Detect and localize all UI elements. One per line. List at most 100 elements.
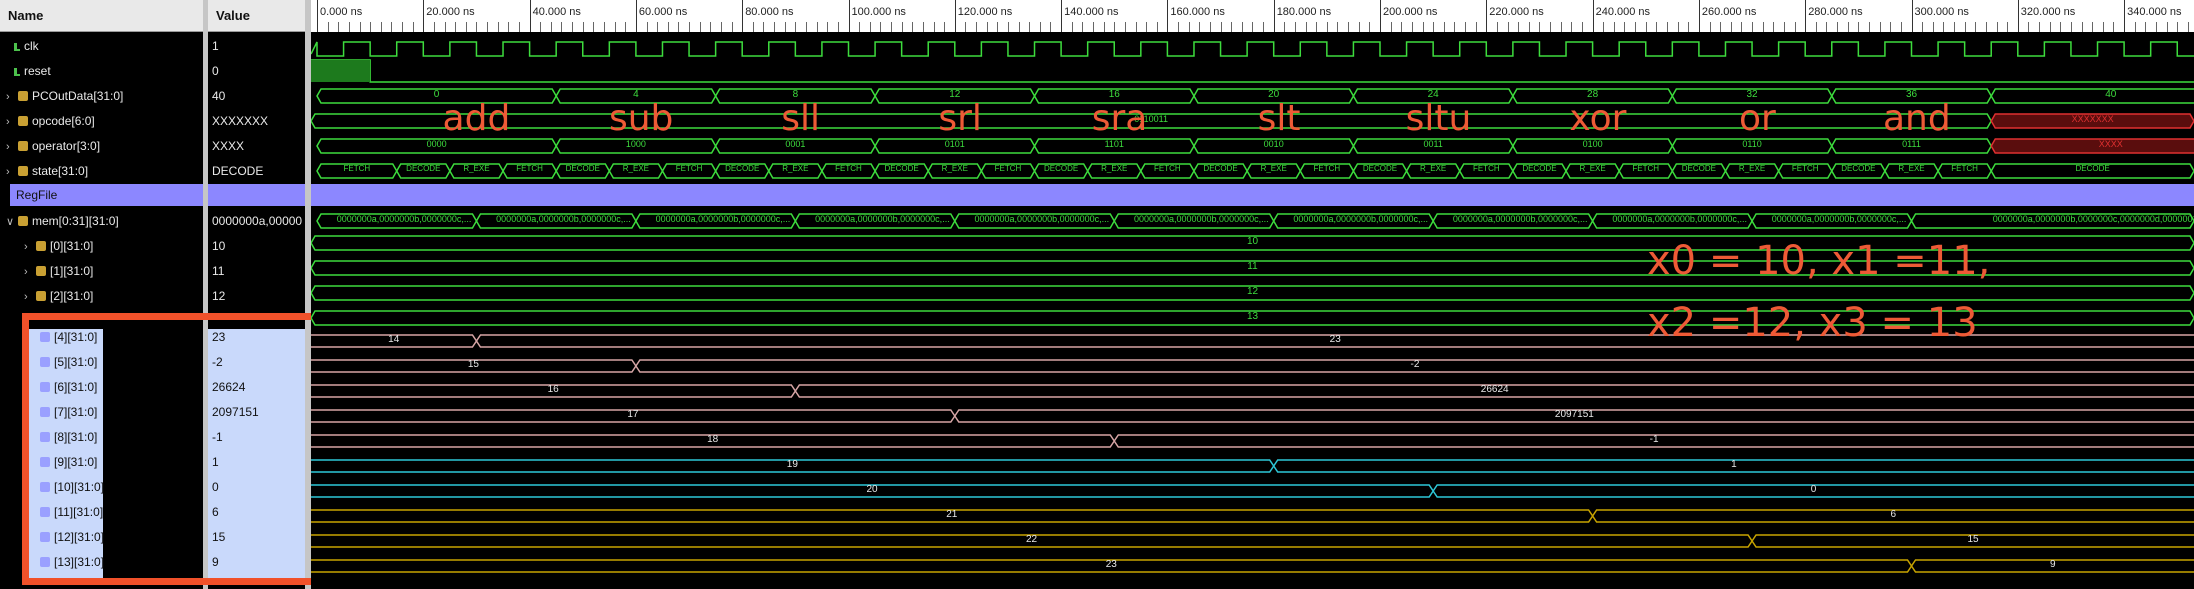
op-annotation-or: or (1738, 98, 1776, 139)
bus-signal-icon (40, 382, 50, 392)
bus-signal-icon (18, 91, 28, 101)
signal-row-mem[interactable]: ∨ mem[0:31][31:0] (6, 209, 119, 233)
signal-row-state[interactable]: › state[31:0] (6, 159, 88, 183)
reg-value-after: 2097151 (1554, 409, 1594, 420)
regfile-group-band (311, 184, 2194, 206)
signal-row-reg6[interactable]: [6][31:0] (40, 375, 97, 399)
signal-row-reg0[interactable]: › [0][31:0] (24, 234, 93, 258)
op-annotation-sll: sll (781, 98, 821, 139)
signal-row-reg9[interactable]: [9][31:0] (40, 450, 97, 474)
operator-bus-value: 0011 (1423, 139, 1443, 149)
signal-row-reset[interactable]: reset (14, 59, 51, 83)
register-note-line1: x0 = 10, x1 =11, (1647, 238, 1991, 284)
reg-value-before: 23 (1105, 559, 1117, 570)
operator-bus-value: 0001 (785, 139, 806, 149)
signal-name: [6][31:0] (54, 380, 98, 394)
signal-name: operator[3:0] (32, 139, 101, 153)
state-bus-value: DECODE (2075, 164, 2110, 173)
signal-name: [13][31:0] (54, 555, 105, 569)
reg-value-before: 17 (627, 409, 639, 420)
bus-signal-icon (40, 507, 50, 517)
op-annotation-sra: sra (1091, 98, 1148, 139)
bus-signal-icon (40, 407, 50, 417)
signal-value-reg11: 6 (212, 505, 219, 519)
operator-bus-value: 0110 (1742, 139, 1762, 149)
name-column-header[interactable]: Name (0, 0, 203, 32)
op-annotation-xor: xor (1569, 98, 1627, 139)
reg-constant-bus-value: 12 (1246, 286, 1259, 297)
signal-row-operator[interactable]: › operator[3:0] (6, 134, 100, 158)
reg-value-before: 16 (547, 384, 559, 395)
signal-name: [2][31:0] (50, 289, 94, 303)
signal-name: clk (24, 39, 39, 53)
signal-row-reg13[interactable]: [13][31:0] (40, 550, 104, 574)
mem-bus-value: 0000000a,0000000b,0000000c,... (1133, 214, 1269, 224)
signal-value-reg13: 9 (212, 555, 219, 569)
reg-value-before: 14 (388, 334, 400, 345)
signal-value-operator: XXXX (212, 139, 245, 153)
signal-row-reg4[interactable]: [4][31:0] (40, 325, 97, 349)
expand-chevron-icon[interactable]: › (24, 235, 36, 259)
signal-name: [8][31:0] (54, 430, 98, 444)
waveform-viewer[interactable]: 0.000 ns 20.000 ns 40.000 ns 60.000 ns 80.00… (311, 0, 2194, 589)
signal-name: [5][31:0] (54, 355, 98, 369)
signal-row-reg8[interactable]: [8][31:0] (40, 425, 97, 449)
expand-chevron-icon[interactable]: ∨ (6, 210, 18, 234)
expand-chevron-icon[interactable]: › (6, 135, 18, 159)
operator-bus-value: 1101 (1104, 139, 1124, 149)
pcoutdata-bus-value: 40 (2105, 89, 2117, 100)
operator-bus-value: 1000 (625, 139, 646, 149)
signal-row-clk[interactable]: clk (14, 34, 39, 58)
signal-name: [10][31:0] (54, 480, 105, 494)
signal-value-state: DECODE (212, 164, 264, 178)
bus-signal-icon (18, 216, 28, 226)
op-annotation-and: and (1882, 98, 1951, 139)
bit-signal-icon (14, 68, 20, 76)
reg-value-before: 20 (866, 484, 878, 495)
signal-value-reg4: 23 (212, 330, 226, 344)
expand-chevron-icon[interactable]: › (6, 110, 18, 134)
bus-signal-icon (40, 482, 50, 492)
mem-bus-value: 0000000a,0000000b,0000000c,... (1452, 214, 1588, 224)
bus-signal-icon (18, 116, 28, 126)
op-annotation-sub: sub (608, 98, 674, 139)
signal-row-reg5[interactable]: [5][31:0] (40, 350, 97, 374)
signal-row-reg11[interactable]: [11][31:0] (40, 500, 103, 524)
signal-row-opcode[interactable]: › opcode[6:0] (6, 109, 95, 133)
expand-chevron-icon[interactable]: › (24, 260, 36, 284)
signal-name: [0][31:0] (50, 239, 94, 253)
bus-signal-icon (40, 432, 50, 442)
signal-name: [9][31:0] (54, 455, 98, 469)
operator-bus-value: 0010 (1263, 139, 1284, 149)
reg-value-after: -1 (1649, 434, 1659, 445)
mem-bus-value: 0000000a,0000000b,0000000c,... (496, 214, 631, 224)
signal-value-reg8: -1 (212, 430, 223, 444)
value-column-header[interactable]: Value (208, 0, 305, 32)
signal-name: [7][31:0] (54, 405, 98, 419)
signal-value-reg5: -2 (212, 355, 223, 369)
expand-chevron-icon[interactable]: › (6, 160, 18, 184)
reg-value-before: 22 (1025, 534, 1038, 545)
op-annotation-sltu: sltu (1405, 98, 1472, 139)
signal-row-reg10[interactable]: [10][31:0] (40, 475, 104, 499)
bit-signal-icon (14, 43, 20, 51)
signal-row-reg7[interactable]: [7][31:0] (40, 400, 97, 424)
signal-row-reg1[interactable]: › [1][31:0] (24, 259, 93, 283)
signal-row-reg2[interactable]: › [2][31:0] (24, 284, 93, 308)
reg-value-after: 6 (1890, 509, 1897, 520)
signal-value-reg2: 12 (212, 289, 226, 303)
bus-signal-icon (18, 166, 28, 176)
mem-bus-value: 0000000a,0000000b,0000000c,... (974, 214, 1110, 224)
op-annotation-slt: slt (1257, 98, 1301, 139)
signal-row-reg12[interactable]: [12][31:0] (40, 525, 104, 549)
expand-chevron-icon[interactable]: › (6, 85, 18, 109)
expand-chevron-icon[interactable]: › (24, 285, 36, 309)
clk-waveform (311, 41, 2194, 57)
mem-bus-value: 0000000a,0000000b,0000000c,... (655, 214, 791, 224)
bus-signal-icon (40, 457, 50, 467)
signal-name: reset (24, 64, 51, 78)
reg-value-after: 26624 (1480, 384, 1509, 395)
operator-bus-value: XXXX (2098, 139, 2123, 149)
signal-name: mem[0:31][31:0] (32, 214, 119, 228)
signal-row-pcoutdata[interactable]: › PCOutData[31:0] (6, 84, 123, 108)
